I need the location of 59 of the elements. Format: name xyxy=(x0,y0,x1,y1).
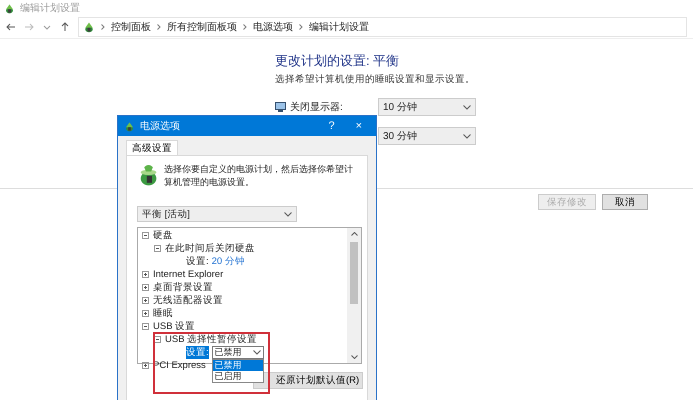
expand-icon[interactable] xyxy=(142,271,149,278)
time-dropdown[interactable]: 10 分钟 xyxy=(378,98,476,116)
up-icon[interactable] xyxy=(60,22,70,32)
tree-item[interactable]: 硬盘 xyxy=(153,229,173,242)
plan-dropdown[interactable]: 平衡 [活动] xyxy=(137,206,297,222)
scrollbar[interactable] xyxy=(347,228,361,363)
chevron-right-icon xyxy=(101,24,105,30)
restore-defaults-button[interactable]: 还原计划默认值(R) xyxy=(253,372,363,389)
setting-label[interactable]: 设置: xyxy=(186,346,209,359)
chevron-down-icon xyxy=(463,104,471,110)
page-subtitle: 选择希望计算机使用的睡眠设置和显示设置。 xyxy=(275,73,476,86)
power-options-icon xyxy=(124,120,135,132)
scroll-down-icon[interactable] xyxy=(350,355,358,359)
chevron-down-icon xyxy=(252,350,261,355)
cancel-button[interactable]: 取消 xyxy=(602,194,648,210)
dialog-description: 选择你要自定义的电源计划，然后选择你希望计算机管理的电源设置。 xyxy=(164,163,354,189)
expand-icon[interactable] xyxy=(142,297,149,304)
page-heading: 更改计划的设置: 平衡 xyxy=(275,52,400,70)
setting-label: 关闭显示器: xyxy=(290,100,343,114)
collapse-icon[interactable] xyxy=(142,323,149,330)
expand-icon[interactable] xyxy=(142,310,149,317)
power-options-icon xyxy=(4,2,15,14)
back-icon[interactable] xyxy=(6,22,16,32)
window-title: 编辑计划设置 xyxy=(20,2,80,15)
breadcrumb[interactable]: 所有控制面板项 xyxy=(167,20,237,34)
tree-item[interactable]: 睡眠 xyxy=(153,307,173,320)
control-panel-icon xyxy=(83,21,95,33)
battery-plant-icon xyxy=(139,163,158,187)
breadcrumb[interactable]: 控制面板 xyxy=(111,20,151,34)
dialog-title: 电源选项 xyxy=(140,120,180,133)
close-button[interactable]: × xyxy=(348,120,370,132)
chevron-down-icon xyxy=(284,212,292,216)
expand-icon[interactable] xyxy=(142,284,149,291)
dropdown-option[interactable]: 已禁用 xyxy=(212,360,263,371)
setting-value[interactable]: 20 分钟 xyxy=(212,255,245,268)
chevron-down-icon xyxy=(463,134,471,138)
tree-item[interactable]: USB 设置 xyxy=(153,320,196,333)
help-button[interactable]: ? xyxy=(320,120,343,132)
collapse-icon[interactable] xyxy=(142,232,149,239)
time-dropdown[interactable]: 30 分钟 xyxy=(378,127,476,145)
tree-item[interactable]: 在此时间后关闭硬盘 xyxy=(165,242,255,255)
breadcrumb[interactable]: 电源选项 xyxy=(253,20,293,34)
scroll-up-icon[interactable] xyxy=(350,232,358,236)
tree-item[interactable]: USB 选择性暂停设置 xyxy=(165,333,258,346)
setting-dropdown[interactable]: 已禁用 xyxy=(212,346,264,359)
breadcrumb[interactable]: 编辑计划设置 xyxy=(309,20,369,34)
chevron-right-icon xyxy=(243,24,247,30)
collapse-icon[interactable] xyxy=(154,336,161,343)
expand-icon[interactable] xyxy=(142,362,149,369)
monitor-icon xyxy=(275,102,286,112)
chevron-right-icon xyxy=(299,24,303,30)
tree-item[interactable]: Internet Explorer xyxy=(153,269,224,280)
chevron-right-icon xyxy=(157,24,161,30)
tab[interactable]: 高级设置 xyxy=(126,140,178,155)
tree-item[interactable]: 桌面背景设置 xyxy=(153,281,213,294)
setting-label: 设置: xyxy=(186,255,209,268)
collapse-icon[interactable] xyxy=(154,245,161,252)
tree-item[interactable]: 无线适配器设置 xyxy=(153,294,223,307)
address-bar[interactable]: 控制面板 所有控制面板项 电源选项 编辑计划设置 xyxy=(78,17,687,37)
